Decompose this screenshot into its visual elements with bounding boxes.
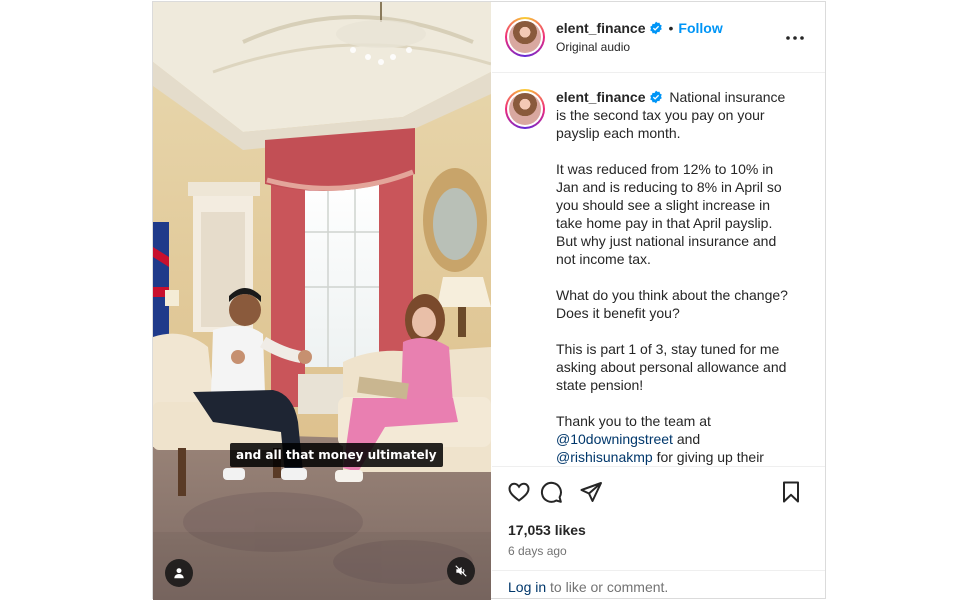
- caption-paragraph-2: It was reduced from 12% to 10% in Jan an…: [556, 161, 782, 267]
- bookmark-icon: [783, 481, 799, 503]
- caption-profile-photo: [509, 93, 541, 125]
- share-button[interactable]: [578, 479, 604, 505]
- and-text: and: [676, 431, 701, 447]
- post-header: elent_finance • Follow Original audio: [492, 2, 825, 73]
- verified-badge-icon: [650, 90, 663, 104]
- video-subtitle: and all that money ultimately: [230, 443, 443, 467]
- video-player[interactable]: and all that money ultimately: [153, 2, 491, 600]
- comments-section[interactable]: elent_finance National insurance is the …: [492, 74, 825, 466]
- caption-avatar[interactable]: [505, 89, 545, 129]
- more-options-button[interactable]: [785, 28, 805, 48]
- thanks-text: Thank you to the team at: [556, 413, 711, 429]
- login-prompt: Log in to like or comment.: [492, 570, 825, 598]
- post-actions: 17,053 likes 6 days ago: [492, 466, 825, 570]
- audio-toggle-button[interactable]: [447, 557, 475, 585]
- comment-button[interactable]: [538, 479, 564, 505]
- tail-text: for giving up their: [656, 449, 764, 465]
- caption-paragraph-5: Thank you to the team at @10downingstreet…: [556, 412, 796, 466]
- user-tag-icon: [174, 568, 184, 579]
- avatar[interactable]: [505, 17, 545, 57]
- more-options-icon: [786, 36, 804, 40]
- video-frame: [153, 2, 491, 600]
- share-icon: [580, 482, 602, 502]
- caption: elent_finance National insurance is the …: [505, 88, 809, 466]
- heart-icon: [508, 482, 530, 502]
- post-timestamp[interactable]: 6 days ago: [508, 544, 567, 558]
- caption-text: elent_finance National insurance is the …: [556, 88, 796, 466]
- save-button[interactable]: [778, 479, 804, 505]
- user-tag-button[interactable]: [165, 559, 193, 587]
- caption-username[interactable]: elent_finance: [556, 89, 645, 105]
- like-button[interactable]: [506, 479, 532, 505]
- caption-paragraph-4: This is part 1 of 3, stay tuned for me a…: [556, 341, 787, 393]
- audio-label[interactable]: Original audio: [556, 40, 723, 54]
- follow-button[interactable]: Follow: [678, 20, 722, 36]
- separator-dot: •: [668, 20, 674, 36]
- verified-badge-icon: [650, 21, 663, 35]
- mention-link-10downingstreet[interactable]: @10downingstreet: [556, 431, 673, 447]
- instagram-post: and all that money ultimately elent_fina…: [152, 1, 826, 600]
- mention-link-rishisunakmp[interactable]: @rishisunakmp: [556, 449, 653, 465]
- post-details-panel: elent_finance • Follow Original audio el…: [492, 2, 825, 598]
- login-suffix: to like or comment.: [550, 579, 669, 595]
- likes-count[interactable]: 17,053 likes: [508, 522, 586, 538]
- login-link[interactable]: Log in: [508, 579, 546, 595]
- caption-paragraph-3: What do you think about the change? Does…: [556, 287, 788, 321]
- audio-muted-icon: [455, 565, 467, 577]
- comment-icon: [540, 481, 562, 503]
- profile-photo: [509, 21, 541, 53]
- username-link[interactable]: elent_finance: [556, 20, 645, 36]
